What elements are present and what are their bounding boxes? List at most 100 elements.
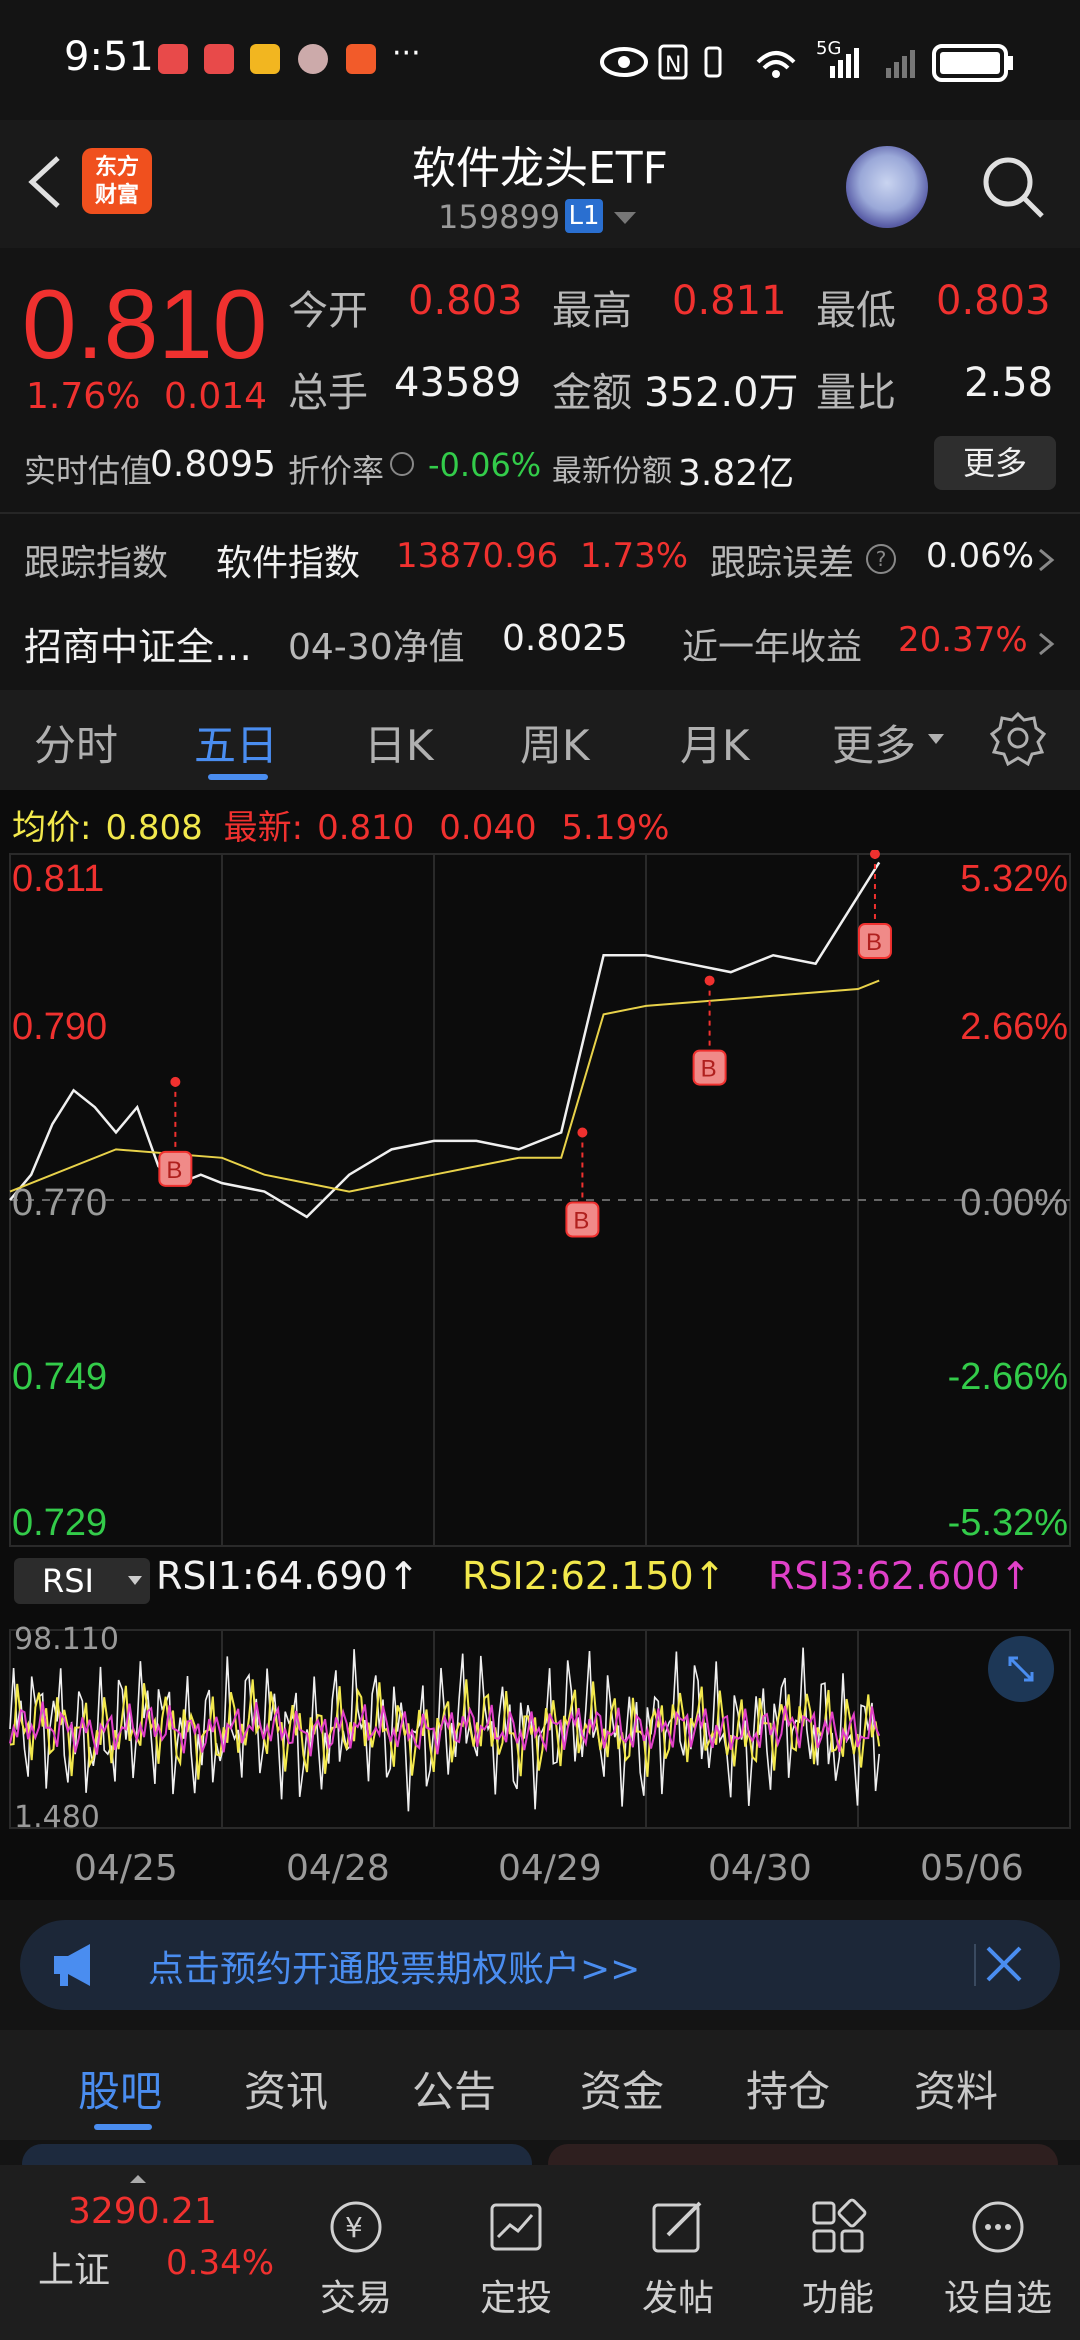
status-time: 9:51 [64,34,154,80]
svg-text:N: N [665,53,681,78]
price-line [9,861,881,1219]
track-error-value: 0.06% [926,536,1035,576]
invest-plan-icon[interactable] [486,2197,546,2257]
buy-marker-label: B [573,1207,589,1234]
year-return-value: 20.37% [898,620,1028,660]
megaphone-icon [54,1944,90,1986]
high-value: 0.811 [672,278,787,324]
rsi3-value: RSI3:62.600↑ [768,1554,1032,1598]
shares-label: 最新份额 [552,454,672,489]
back-icon[interactable] [22,152,72,212]
active-tab-indicator [208,774,268,780]
nav-add-watchlist[interactable]: 设自选 [938,2269,1058,2321]
post-icon[interactable] [648,2197,708,2257]
open-value: 0.803 [408,278,523,324]
low-value: 0.803 [936,278,1051,324]
nav-trade[interactable]: 交易 [296,2269,416,2321]
tab-monthly-k[interactable]: 月K [680,712,750,773]
close-icon[interactable] [980,1940,1028,1988]
avg-value: 0.808 [105,808,203,848]
y-tick-left: 0.749 [12,1356,108,1398]
avg-label: 均价: [12,808,92,848]
info-icon[interactable] [390,452,414,476]
caret-up-icon [130,2175,146,2183]
iopv-value: 0.8095 [150,444,276,485]
index-value[interactable]: 3290.21 [68,2191,217,2232]
nav-invest-plan[interactable]: 定投 [456,2269,576,2321]
tab-news[interactable]: 资讯 [244,2058,328,2119]
content-tabs: 股吧 资讯 公告 资金 持仓 资料 [0,2030,1080,2140]
help-icon[interactable]: ? [866,544,896,574]
change-value: 0.014 [164,376,268,417]
tab-forum[interactable]: 股吧 [78,2058,162,2119]
y-tick-right: -2.66% [947,1356,1068,1398]
amount-value: 352.0万 [644,370,799,416]
y-tick-left: 0.770 [12,1182,108,1224]
index-name[interactable]: 上证 [38,2241,110,2293]
tab-capital[interactable]: 资金 [580,2058,664,2119]
app-notification-icon [158,44,188,74]
chg-value: 0.040 [439,808,537,848]
y-tick-right: 0.00% [960,1182,1068,1224]
track-label: 跟踪指数 [24,543,169,584]
open-label: 今开 [288,288,368,334]
year-return-label: 近一年收益 [682,627,863,668]
tab-intraday[interactable]: 分时 [34,712,118,773]
tab-daily-k[interactable]: 日K [364,712,434,773]
functions-icon[interactable] [808,2197,868,2257]
x-date-label: 04/28 [286,1848,390,1889]
index-pct[interactable]: 0.34% [166,2243,274,2283]
more-button[interactable]: 更多 [934,436,1056,490]
y-tick-right: 5.32% [960,858,1068,900]
level-badge[interactable]: L1 [565,199,603,233]
tab-holdings[interactable]: 持仓 [746,2058,830,2119]
track-error-label: 跟踪误差 [710,543,855,584]
chevron-down-icon[interactable] [614,212,636,224]
gear-icon[interactable] [990,710,1046,766]
trade-icon[interactable]: ¥ [326,2197,386,2257]
change-pct: 1.76% [26,376,141,417]
tab-weekly-k[interactable]: 周K [520,712,590,773]
nav-post[interactable]: 发帖 [618,2269,738,2321]
stock-code: 159899 [438,198,561,236]
price-chart-svg[interactable]: B B B B [0,850,1080,1850]
app-notification-icon [346,44,376,74]
add-watchlist-icon[interactable] [968,2197,1028,2257]
chevron-right-icon[interactable] [1036,632,1056,656]
rsi-top-label: 98.110 [14,1622,119,1657]
chg-pct: 5.19% [561,808,670,848]
nav-functions[interactable]: 功能 [778,2269,898,2321]
tab-five-day[interactable]: 五日 [194,712,278,773]
more-notifications-icon: ··· [392,36,421,71]
options-account-banner[interactable]: 点击预约开通股票期权账户>> [20,1920,1060,2010]
vol-ratio-label: 量比 [816,370,896,416]
svg-text:¥: ¥ [345,2211,363,2244]
nav-label: 04-30净值 [288,627,465,668]
y-tick-left: 0.790 [12,1006,108,1048]
banner-text[interactable]: 点击预约开通股票期权账户>> [148,1940,640,1992]
low-label: 最低 [816,288,896,334]
track-index[interactable]: 软件指数 [216,534,360,586]
chevron-right-icon[interactable] [1036,548,1056,572]
nav-value: 0.8025 [502,618,628,659]
tab-announcements[interactable]: 公告 [412,2058,496,2119]
last-label: 最新: [223,808,304,848]
last-value: 0.810 [317,808,415,848]
active-tab-indicator [94,2124,152,2130]
tab-profile[interactable]: 资料 [914,2058,998,2119]
brand-logo: 东方 财富 [82,148,152,214]
assistant-robot-icon[interactable] [846,146,928,228]
expand-icon[interactable] [988,1636,1054,1702]
last-price: 0.810 [22,269,268,379]
rsi-bottom-label: 1.480 [14,1800,100,1835]
chevron-down-icon [128,1576,142,1585]
chart-summary: 均价: 0.808 最新: 0.810 0.040 5.19% [12,800,669,849]
amount-label: 金额 [552,370,632,416]
fund-name[interactable]: 招商中证全… [24,616,252,671]
banner-divider [974,1944,976,1986]
shares-value: 3.82亿 [678,453,795,494]
weibo-icon [250,44,280,74]
network-label: 5G [816,38,842,59]
tab-more[interactable]: 更多 [832,712,916,773]
search-icon[interactable] [978,152,1048,222]
